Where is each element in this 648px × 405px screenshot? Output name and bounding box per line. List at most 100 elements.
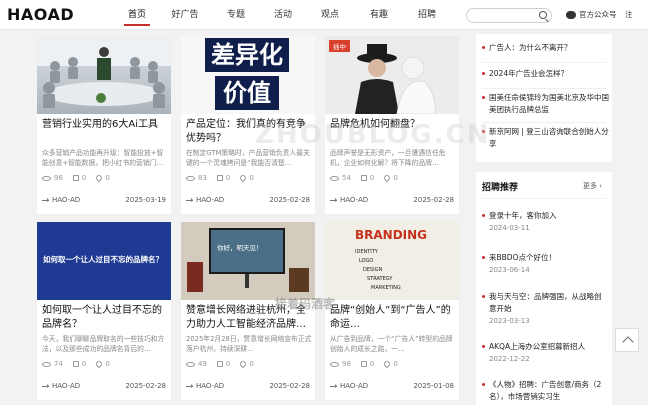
arrow-icon (186, 197, 193, 202)
thumb-headline-2: 价值 (215, 76, 279, 110)
search-box[interactable] (466, 8, 552, 28)
wechat-label: 官方公众号 (579, 10, 617, 19)
nav-fun[interactable]: 有趣 (356, 0, 402, 30)
thumbs-up-icon[interactable] (216, 175, 223, 181)
thumb-branding-item: IDENTITY (355, 249, 378, 255)
thumbs-up-icon[interactable] (360, 361, 367, 367)
recommend-title[interactable]: 登录十年，客你加入 (482, 210, 606, 222)
divider (482, 88, 606, 89)
fav-count: 0 (105, 174, 110, 182)
back-to-top-button[interactable] (615, 328, 639, 352)
publish-date: 2025-02-28 (413, 196, 454, 204)
favorite-icon[interactable] (95, 359, 104, 369)
fav-count: 0 (105, 360, 110, 368)
more-link[interactable]: 更多 › (583, 181, 602, 191)
thumb-headline-1: 差异化 (205, 38, 289, 72)
eye-icon (330, 361, 339, 367)
view-count: 54 (342, 174, 351, 182)
recommend-item[interactable]: 登录十年，客你加入 2024-03-11 (482, 210, 606, 232)
recommend-date: 2024-03-11 (489, 224, 530, 232)
thumb-branding-item: MARKETING (371, 285, 401, 291)
like-count: 0 (225, 174, 231, 182)
view-count: 96 (54, 174, 63, 182)
card-stats: 83 0 0 (186, 173, 254, 183)
card-desc: 从广告到品牌，一个“广告人”转型的品牌创始人的成长之路，一… (330, 335, 453, 353)
author-name[interactable]: HAO-AD (196, 382, 224, 390)
recommend-item[interactable]: 我与天与空：品牌强国，从战略创意开始 2023-03-13 (482, 291, 606, 325)
favorite-icon[interactable] (239, 173, 248, 183)
eye-icon (42, 175, 51, 181)
card-footer: HAO-AD 2025-02-28 (186, 382, 310, 390)
card-title[interactable]: 品牌“创始人”到“广告人”的命运… (330, 304, 456, 332)
favorite-icon[interactable] (383, 359, 392, 369)
card-thumbnail[interactable]: 你好，明天见！ (181, 222, 315, 300)
robots-meeting-image (37, 36, 171, 108)
thumbs-up-icon[interactable] (216, 361, 223, 367)
office-tv-image (181, 222, 315, 300)
author-name[interactable]: HAO-AD (340, 196, 368, 204)
author-name[interactable]: HAO-AD (340, 382, 368, 390)
search-icon[interactable] (539, 11, 547, 19)
thumbs-up-icon[interactable] (72, 361, 79, 367)
recommend-title[interactable]: AKQA上海办公室招募新招人 (482, 341, 606, 353)
author-name[interactable]: HAO-AD (196, 196, 224, 204)
card-title[interactable]: 如何取一个让人过目不忘的品牌名？ (42, 304, 168, 332)
article-card[interactable]: BRANDING IDENTITY LOGO DESIGN STRATEGY M… (325, 222, 459, 400)
recommend-title[interactable]: 《人物》招聘：广告创意/商务（2名），市场营销实习生 (482, 379, 606, 403)
article-card[interactable]: 如何取一个让人过目不忘的品牌名？ 如何取一个让人过目不忘的品牌名？ 今天，我们聊… (37, 222, 171, 400)
favorite-icon[interactable] (239, 359, 248, 369)
hot-articles-box: 广告人：为什么不离开？ 2024年广告业会怎样？ 国美任命侯锦玲为国美北京及华中… (476, 34, 612, 162)
sidebar-article[interactable]: 新京阿网 | 登三山咨询联合创始人分享 (482, 126, 610, 150)
sidebar-article[interactable]: 广告人：为什么不离开？ (482, 42, 610, 54)
nav-jobs[interactable]: 招聘 (402, 0, 452, 30)
card-thumbnail[interactable]: BRANDING IDENTITY LOGO DESIGN STRATEGY M… (325, 222, 459, 300)
recommend-date: 2022-12-22 (489, 355, 530, 363)
card-footer: HAO-AD 2025-01-08 (330, 382, 454, 390)
card-title[interactable]: 营销行业实用的6大Ai工具 (42, 118, 168, 132)
eye-icon (330, 175, 339, 181)
card-footer: HAO-AD 2025-02-28 (186, 196, 310, 204)
recommend-item[interactable]: 来BBDO点个好位！ 2023-06-14 (482, 252, 606, 274)
recommend-title[interactable]: 我与天与空：品牌强国，从战略创意开始 (482, 291, 606, 315)
thumb-branding-item: LOGO (359, 258, 374, 264)
site-logo[interactable]: HAOAD (7, 5, 74, 24)
sidebar-article[interactable]: 国美任命侯锦玲为国美北京及华中国美团执行品牌总监 (482, 92, 610, 116)
publish-date: 2025-02-28 (125, 382, 166, 390)
author-name[interactable]: HAO-AD (52, 196, 80, 204)
nav-events[interactable]: 活动 (262, 0, 304, 30)
like-count: 0 (225, 360, 231, 368)
register-link[interactable]: 注 (625, 9, 633, 20)
favorite-icon[interactable] (383, 173, 392, 183)
like-count: 0 (369, 360, 375, 368)
fav-count: 0 (393, 360, 398, 368)
card-thumbnail[interactable]: 如何取一个让人过目不忘的品牌名？ (37, 222, 171, 300)
nav-home[interactable]: 首页 (114, 0, 160, 30)
card-thumbnail[interactable] (37, 36, 171, 114)
article-card[interactable]: 营销行业实用的6大Ai工具 众多营销产品功能再升级：智能投放+智能创意+智能数据… (37, 36, 171, 214)
card-desc: 品牌声誉是无形资产，一旦遭遇信任危机，企业如何化解？将下降的品牌… (330, 149, 446, 167)
sidebar-article[interactable]: 2024年广告业会怎样？ (482, 68, 610, 80)
wechat-icon (566, 10, 576, 19)
wechat-link[interactable]: 官方公众号 (566, 9, 617, 20)
card-thumbnail[interactable]: 插中 (325, 36, 459, 114)
main-nav: 首页 好广告 专题 活动 观点 有趣 招聘 (114, 0, 452, 30)
recommend-item[interactable]: AKQA上海办公室招募新招人 2022-12-22 (482, 341, 606, 363)
author-name[interactable]: HAO-AD (52, 382, 80, 390)
thumbs-up-icon[interactable] (360, 175, 367, 181)
nav-opinions[interactable]: 观点 (304, 0, 356, 30)
recommend-title[interactable]: 来BBDO点个好位！ (482, 252, 606, 264)
nav-good-ads[interactable]: 好广告 (160, 0, 210, 30)
nav-topics[interactable]: 专题 (210, 0, 262, 30)
thumbs-up-icon[interactable] (72, 175, 79, 181)
favorite-icon[interactable] (95, 173, 104, 183)
card-thumbnail[interactable]: 差异化 价值 (181, 36, 315, 114)
eye-icon (42, 361, 51, 367)
arrow-icon (330, 197, 337, 202)
view-count: 49 (198, 360, 207, 368)
card-desc: 2025年2月28日，赞意增长网络宣布正式落户杭州，持续深耕… (186, 335, 312, 353)
view-count: 98 (342, 360, 351, 368)
recommend-date: 2023-06-14 (489, 266, 530, 274)
thumb-caption: 如何取一个让人过目不忘的品牌名？ (43, 255, 163, 264)
search-input[interactable] (473, 15, 543, 28)
recommend-item[interactable]: 《人物》招聘：广告创意/商务（2名），市场营销实习生 (482, 379, 606, 403)
